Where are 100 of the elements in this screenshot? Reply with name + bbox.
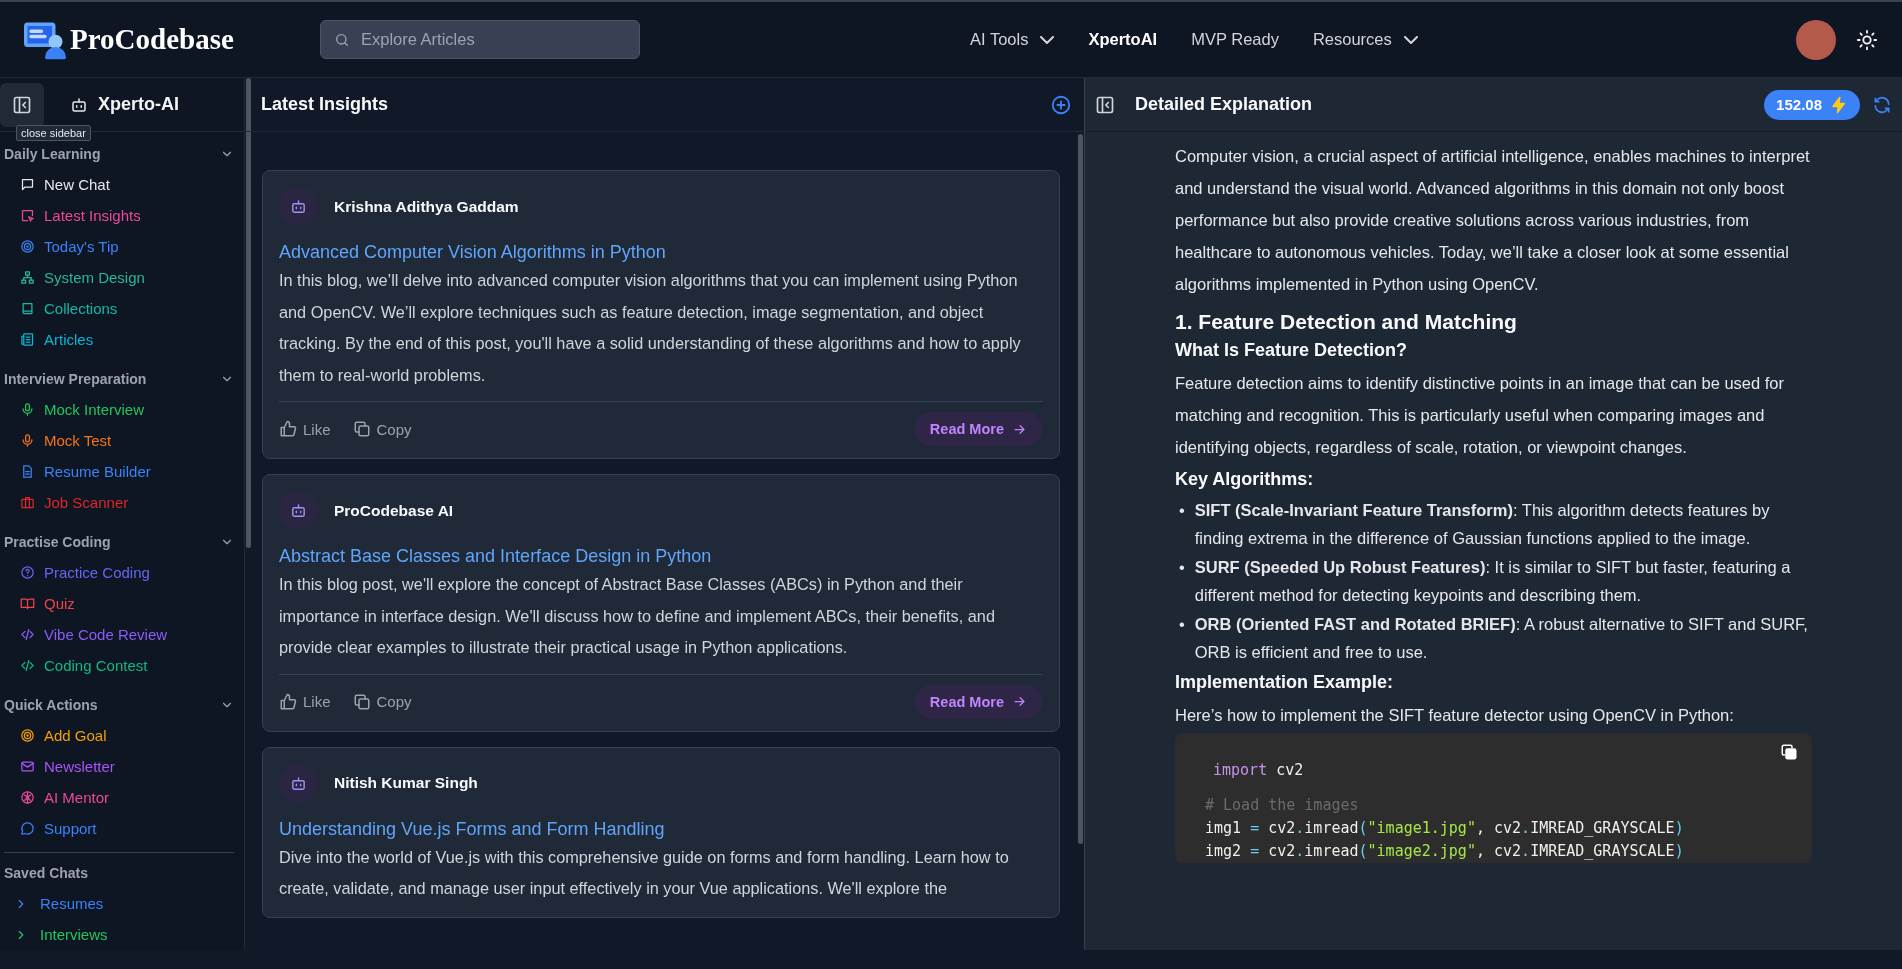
credits-badge: 152.08	[1764, 89, 1860, 120]
thumbs-up-icon	[279, 692, 297, 711]
nav-link[interactable]: Resources	[1312, 30, 1418, 49]
microphone-icon	[20, 433, 35, 448]
sidebar-item[interactable]: Mock Interview	[20, 394, 234, 425]
read-more-button[interactable]: Read More	[913, 412, 1043, 446]
panel-title: Detailed Explanation	[1135, 94, 1313, 115]
nav-link[interactable]: AI Tools	[970, 30, 1055, 49]
sidebar-item[interactable]: Coding Contest	[20, 650, 234, 681]
list-item: SURF (Speeded Up Robust Features): It is similar to SIFT but faster, featuring a different method for detecting keypoints and describing them.	[1194, 557, 1792, 606]
avatar[interactable]	[1796, 19, 1836, 60]
nav-link[interactable]: XpertoAI	[1088, 30, 1158, 49]
section-header: Saved Chats	[4, 864, 89, 881]
sidebar-item[interactable]: Mock Test	[20, 425, 234, 456]
robot-icon	[290, 774, 307, 792]
arrow-right-icon	[1012, 694, 1027, 709]
like-button[interactable]: Like	[279, 420, 331, 438]
code-line: img1 = cv2.imread("image1.jpg", cv2.IMREAD_GRAYSCALE)	[1205, 818, 1685, 839]
section-header[interactable]: Daily Learning	[4, 138, 234, 169]
code-icon	[20, 627, 35, 642]
scrollbar-thumb[interactable]	[1078, 134, 1083, 844]
thumbs-up-icon	[279, 420, 297, 438]
copy-icon	[352, 420, 371, 438]
subheading: Implementation Example:	[1175, 672, 1395, 693]
newspaper-icon	[20, 332, 35, 347]
sidebar-item[interactable]: Add Goal	[20, 720, 234, 751]
chat-bubble-icon	[20, 821, 35, 836]
saved-chat-folder[interactable]: Resumes	[4, 888, 234, 919]
robot-icon	[290, 198, 307, 215]
code-line: import cv2	[1213, 760, 1305, 781]
sidebar-item[interactable]: AI Mentor	[20, 782, 234, 813]
article-title[interactable]: Abstract Base Classes and Interface Design in Python	[279, 546, 1043, 567]
search-field[interactable]: Explore Articles	[320, 20, 640, 59]
cursor-box-icon	[20, 208, 35, 223]
panel-title: Latest Insights	[261, 94, 389, 115]
network-icon	[20, 270, 35, 285]
paragraph: Feature detection aims to identify distinctive points in an image that can be used for matching and recognition. This is particularly useful when comparing images and identifying objects, regardless of scale, rotation, or viewpoint changes.	[1175, 373, 1785, 458]
subheading: Key Algorithms:	[1175, 469, 1315, 490]
section-header[interactable]: Interview Preparation	[4, 363, 234, 394]
refresh-icon[interactable]	[1872, 94, 1892, 115]
article-summary: In this blog, we’ll delve into advanced computer vision algorithms that you can implement using Python and OpenCV. We’ll explore techniques such as feature detection, image segmentation, and object tracking. By the end of this post, you'll have a solid understanding of these algorithms and how to apply them to real-world problems.	[279, 270, 1022, 386]
sidebar-item[interactable]: Collections	[20, 293, 234, 324]
sidebar-item[interactable]: Vibe Code Review	[20, 619, 234, 650]
section-header[interactable]: Practise Coding	[4, 526, 234, 557]
sidebar-item[interactable]: Support	[20, 813, 234, 844]
author-name: Nitish Kumar Singh	[334, 774, 478, 792]
sidebar-item[interactable]: Job Scanner	[20, 487, 234, 518]
code-line: # Load the images	[1205, 795, 1360, 816]
copy-icon	[352, 692, 371, 711]
list-item: SIFT (Scale-Invariant Feature Transform): This algorithm detects features by finding extrema in the difference of Gaussian functions applied to the image.	[1194, 500, 1771, 549]
nav-link[interactable]: MVP Ready	[1191, 30, 1279, 49]
envelope-icon	[20, 759, 35, 774]
section-heading: 1. Feature Detection and Matching	[1175, 310, 1518, 334]
sidebar-item[interactable]: System Design	[20, 262, 234, 293]
sidebar-item[interactable]: New Chat	[20, 169, 234, 200]
robot-icon	[290, 502, 307, 519]
open-book-icon	[20, 596, 35, 611]
microphone-icon	[20, 402, 35, 417]
lightning-icon	[1830, 95, 1848, 114]
scrollbar-thumb[interactable]	[246, 78, 251, 548]
author-name: Krishna Adithya Gaddam	[334, 197, 519, 216]
search-icon	[334, 32, 350, 48]
sun-icon[interactable]	[1856, 28, 1878, 51]
question-circle-icon	[20, 565, 35, 580]
sidebar-item[interactable]: Today's Tip	[20, 231, 234, 262]
copy-button[interactable]: Copy	[352, 692, 412, 711]
article-title[interactable]: Understanding Vue.js Forms and Form Handling	[279, 818, 1043, 840]
article-summary: In this blog post, we'll explore the concept of Abstract Base Classes (ABCs) in Python and their importance in interface design. We'll discuss how to define and implement ABCs, their benefits, and provide clear examples to illustrate their practical usage in Python applications.	[279, 574, 996, 658]
sidebar-item[interactable]: Articles	[20, 324, 234, 355]
book-icon	[20, 301, 35, 316]
logo-text[interactable]: ProCodebase	[70, 23, 234, 56]
chat-bubble-icon	[20, 177, 35, 192]
bullet: •	[1179, 614, 1185, 635]
copy-icon[interactable]	[1780, 743, 1798, 761]
article-summary: Dive into the world of Vue.js with this comprehensive guide on forms and form handling. Learn how to create, validate, and manage user input effectively in your Vue applications. We'll explore the	[279, 846, 1010, 899]
bullet: •	[1179, 557, 1185, 578]
copy-button[interactable]: Copy	[352, 420, 412, 438]
sidebar-item[interactable]: Resume Builder	[20, 456, 234, 487]
target-icon	[20, 239, 35, 254]
list-item: ORB (Oriented FAST and Rotated BRIEF): A robust alternative to SIFT and SURF, ORB is efficient and free to use.	[1194, 614, 1809, 663]
sidebar-item[interactable]: Quiz	[20, 588, 234, 619]
paragraph: Computer vision, a crucial aspect of artificial intelligence, enables machines to interpret and understand the visual world. Advanced algorithms in this domain not only boost performance but also provide creative solutions across various industries, from healthcare to autonomous vehicles. Today, we’ll take a closer look at some essential algorithms implemented in Python using OpenCV.	[1175, 146, 1811, 295]
sidebar-toggle[interactable]	[0, 82, 44, 127]
paragraph: Here’s how to implement the SIFT feature detector using OpenCV in Python:	[1175, 705, 1735, 726]
article-title[interactable]: Advanced Computer Vision Algorithms in Python	[279, 242, 1043, 263]
briefcase-icon	[20, 495, 35, 510]
plus-circle-icon[interactable]	[1050, 93, 1072, 116]
tooltip: close sidebar	[16, 125, 91, 141]
read-more-button[interactable]: Read More	[913, 684, 1043, 719]
sidebar-item[interactable]: Latest Insights	[20, 200, 234, 231]
sidebar-item[interactable]: Practice Coding	[20, 557, 234, 588]
robot-icon	[70, 95, 88, 114]
subheading: What Is Feature Detection?	[1175, 340, 1409, 361]
section-header[interactable]: Quick Actions	[4, 689, 234, 720]
sidebar-item[interactable]: Newsletter	[20, 751, 234, 782]
document-icon	[20, 464, 35, 479]
author-name: ProCodebase AI	[334, 501, 454, 520]
saved-chat-folder[interactable]: Interviews	[4, 919, 234, 950]
like-button[interactable]: Like	[279, 692, 331, 711]
panel-collapse-icon[interactable]	[1095, 94, 1115, 115]
